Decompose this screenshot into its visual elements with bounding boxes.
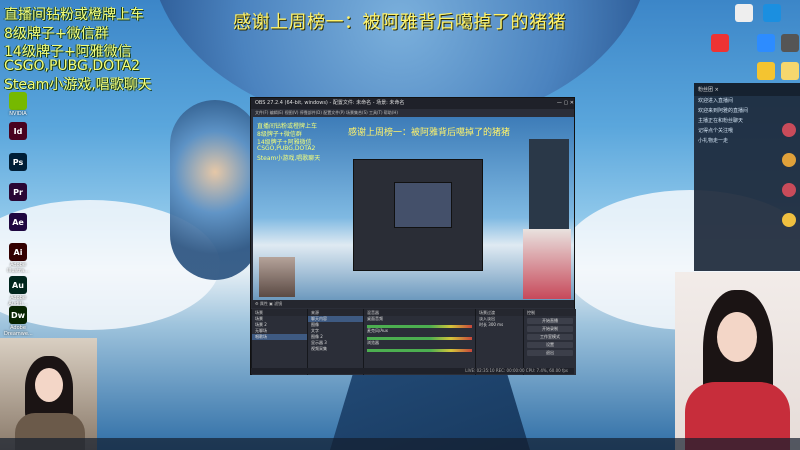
desktop-icon-label: NVIDIA bbox=[9, 111, 27, 117]
webcam-right bbox=[675, 272, 800, 450]
taskbar[interactable] bbox=[0, 438, 800, 450]
overlay-line: 直播间钻粉或橙牌上车 bbox=[4, 7, 144, 23]
desktop-icon[interactable] bbox=[730, 4, 758, 22]
desktop-icon[interactable] bbox=[776, 62, 800, 80]
sources-dock[interactable]: 来源 聊天内容 图像 文字 图像 2 显示器 3 视频采集 bbox=[307, 309, 363, 375]
obs-preview[interactable]: 感谢上周榜一：被阿雅背后噶掉了的猪猪 直播间钻粉或橙牌上车 8级牌子+微信群 1… bbox=[253, 117, 574, 300]
mixer-channel-label: 桌面音频 bbox=[367, 316, 383, 321]
preview-camera-left bbox=[259, 257, 295, 297]
app-icon bbox=[781, 34, 799, 52]
scene-item[interactable]: 唱歌场 bbox=[252, 334, 307, 340]
avatar bbox=[782, 153, 796, 167]
transitions-header: 场景过渡 bbox=[476, 309, 523, 316]
obs-title: OBS 27.2.4 (64-bit, windows) - 配置文件: 未命名… bbox=[255, 100, 405, 106]
desktop-icon[interactable]: Dw Adobe Dreamwe... bbox=[4, 306, 33, 337]
audition-icon: Au bbox=[9, 276, 27, 294]
webcam-left bbox=[0, 338, 97, 450]
chat-message: 欢迎来到阿雅的直播间 bbox=[698, 108, 749, 114]
streamer-face bbox=[35, 368, 63, 402]
obs-menubar[interactable]: 文件(F) 编辑(E) 视图(V) 停靠部件(D) 配置文件(P) 场景集合(S… bbox=[251, 109, 574, 116]
source-item[interactable]: 视频采集 bbox=[308, 346, 363, 352]
volume-meter[interactable] bbox=[367, 349, 472, 352]
source-toolbar[interactable]: ⚙ 属性 ▣ 滤镜 bbox=[251, 300, 574, 308]
overlay-line: 8级牌子+微信群 bbox=[4, 26, 109, 42]
desktop-icon[interactable] bbox=[706, 34, 734, 52]
thanks-banner: 感谢上周榜一：被阿雅背后噶掉了的猪猪 bbox=[233, 12, 566, 33]
chat-header: 粉丝团 × bbox=[694, 83, 800, 96]
desktop-icon[interactable] bbox=[758, 4, 786, 22]
pdf-icon bbox=[711, 34, 729, 52]
overlay-line: CSGO,PUBG,DOTA2 bbox=[4, 58, 141, 74]
dreamweaver-icon: Dw bbox=[9, 306, 27, 324]
transitions-dock[interactable]: 场景过渡 淡入淡出 时长 300 ms bbox=[475, 309, 523, 375]
controls-header: 控制 bbox=[524, 309, 576, 316]
sources-header: 来源 bbox=[308, 309, 363, 316]
transition-duration[interactable]: 时长 300 ms bbox=[476, 322, 523, 328]
document-icon bbox=[735, 4, 753, 22]
desktop-icon[interactable]: NVIDIA bbox=[4, 92, 32, 117]
zoom-icon bbox=[757, 34, 775, 52]
obs-titlebar[interactable]: OBS 27.2.4 (64-bit, windows) - 配置文件: 未命名… bbox=[251, 98, 574, 109]
avatar bbox=[782, 123, 796, 137]
desktop-icon[interactable]: Au Adobe Auditi... bbox=[4, 276, 32, 307]
controls-dock[interactable]: 控制 开始直播开始录制工作室模式设置退出 bbox=[523, 309, 576, 375]
mixer-channel-label: 麦克风/Aux bbox=[367, 328, 388, 333]
desktop-icon[interactable]: Ps bbox=[4, 153, 32, 172]
mixer-dock[interactable]: 混音器 桌面音频麦克风/Aux 浏览器 bbox=[363, 309, 475, 375]
nested-obs-preview bbox=[353, 159, 483, 271]
control-button[interactable]: 开始直播 bbox=[527, 318, 573, 324]
indesign-icon: Id bbox=[9, 122, 27, 140]
nested-obs-preview-2 bbox=[394, 182, 452, 228]
browser-icon bbox=[763, 4, 781, 22]
nvidia-icon bbox=[9, 92, 27, 110]
mixer-channel-label: 浏览器 bbox=[367, 340, 379, 345]
control-button[interactable]: 退出 bbox=[527, 350, 573, 356]
preview-overlay-line: Steam小游戏,唱歌聊天 bbox=[257, 155, 321, 162]
illustrator-icon: Ai bbox=[9, 243, 27, 261]
overlay-line: Steam小游戏,唱歌聊天 bbox=[4, 77, 152, 93]
after-effects-icon: Ae bbox=[9, 213, 27, 231]
control-button[interactable]: 开始录制 bbox=[527, 326, 573, 332]
streamer-face bbox=[717, 312, 757, 362]
preview-banner: 感谢上周榜一：被阿雅背后噶掉了的猪猪 bbox=[348, 128, 511, 138]
folder-icon bbox=[781, 62, 799, 80]
chat-panel[interactable]: 粉丝团 × 欢迎进入直播间 欢迎来到阿雅的直播间 主播正在和粉丝聊天 记得点个关注哦小… bbox=[694, 83, 800, 271]
avatar bbox=[782, 183, 796, 197]
chat-message: 小礼物走一走 bbox=[698, 138, 729, 144]
desktop-icon[interactable]: Ae bbox=[4, 213, 32, 232]
game-icon bbox=[757, 62, 775, 80]
chat-message: 欢迎进入直播间 bbox=[698, 98, 734, 104]
premiere-icon: Pr bbox=[9, 183, 27, 201]
control-button[interactable]: 工作室模式 bbox=[527, 334, 573, 340]
desktop-icon[interactable] bbox=[776, 34, 800, 52]
desktop-icon[interactable]: Pr bbox=[4, 183, 32, 202]
scenes-dock[interactable]: 场景 场景 场景 2 无聊场 唱歌场 bbox=[251, 309, 307, 375]
desktop-icon[interactable]: Ai Adobe Illustra... bbox=[4, 243, 32, 274]
obs-window[interactable]: OBS 27.2.4 (64-bit, windows) - 配置文件: 未命名… bbox=[250, 97, 576, 375]
scenes-header: 场景 bbox=[252, 309, 307, 316]
desktop-icon-label: Adobe Dreamwe... bbox=[4, 325, 33, 337]
preview-camera bbox=[523, 229, 571, 299]
preview-chat-panel bbox=[529, 139, 569, 234]
obs-statusbar: LIVE: 02:35:10 REC: 00:00:00 CPU: 7.4%, … bbox=[251, 368, 574, 374]
background-machine bbox=[170, 100, 260, 280]
photoshop-icon: Ps bbox=[9, 153, 27, 171]
mixer-header: 混音器 bbox=[364, 309, 475, 316]
avatar bbox=[782, 213, 796, 227]
desktop-icon-label: Adobe Illustra... bbox=[7, 262, 29, 274]
preview-overlay-line: CSGO,PUBG,DOTA2 bbox=[257, 145, 316, 152]
control-button[interactable]: 设置 bbox=[527, 342, 573, 348]
window-controls[interactable]: — ▢ ✕ bbox=[557, 98, 574, 109]
desktop-icon[interactable]: Id bbox=[4, 122, 32, 141]
